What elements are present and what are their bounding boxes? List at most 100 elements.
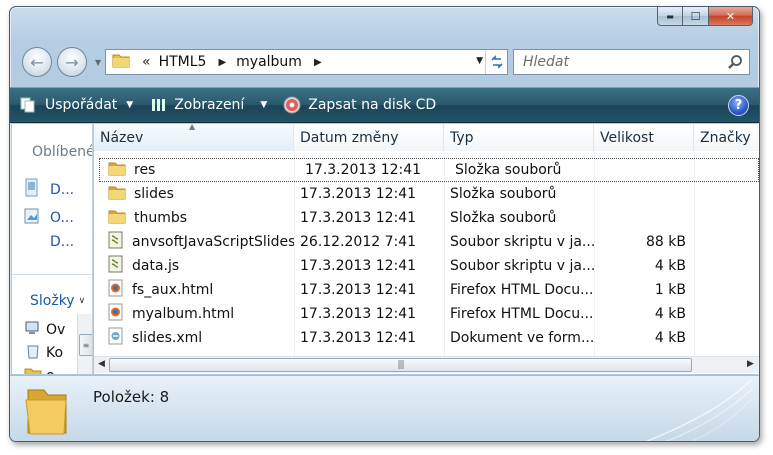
column-label: Velikost [600,129,654,146]
close-button[interactable]: ✕ [709,7,753,26]
column-headers: ▲ Název Datum změny Typ Velikost Značky [94,124,759,151]
firefox-html-icon [108,303,124,325]
column-label: Typ [450,129,474,146]
search-icon[interactable] [727,54,743,74]
file-type: Dokument ve form... [450,330,594,346]
forward-button[interactable]: → [57,47,87,77]
organize-button[interactable]: Uspořádat ▼ [20,88,133,122]
maximize-icon: ☐ [690,9,701,23]
cd-icon [283,96,301,114]
organize-label: Uspořádat [45,97,118,113]
file-row[interactable]: thumbs 17.3.2013 12:41 Složka souborů [94,206,759,230]
file-row[interactable]: anvsoftJavaScriptSlides... 26.12.2012 7:4… [94,230,759,254]
breadcrumb-label: myalbum [236,54,302,70]
favorite-link-pictures[interactable]: O... [24,206,74,230]
folders-label: Složky [30,293,75,309]
close-icon: ✕ [725,9,736,23]
file-date: 17.3.2013 12:41 [300,306,417,322]
breadcrumb-myalbum[interactable]: myalbum [236,54,302,70]
file-type: Soubor skriptu v ja... [450,258,594,274]
folders-toggle[interactable]: Složky ∨ [30,293,85,309]
chevron-right-icon[interactable]: ▶ [218,57,226,68]
details-pane: Položek: 8 [10,375,759,441]
burn-cd-button[interactable]: Zapsat na disk CD [283,88,436,122]
nav-divider [12,274,92,275]
file-row[interactable]: res 17.3.2013 12:41 Složka souborů [99,158,759,182]
search-box[interactable]: Hledat [513,49,750,75]
nav-scroll-thumb[interactable]: ≡ [79,334,92,356]
favorite-label: O... [50,210,74,226]
file-row[interactable]: fs_aux.html 17.3.2013 12:41 Firefox HTML D… [94,278,759,302]
forward-arrow-icon: → [65,52,79,72]
file-name: slides [134,186,174,202]
back-button[interactable]: ← [22,47,52,77]
script-file-icon [108,255,124,277]
firefox-html-icon [108,279,124,301]
file-type: Složka souborů [450,210,557,226]
chevron-right-icon[interactable]: ▶ [314,57,322,68]
tree-item-label: o [46,368,55,374]
folder-icon [24,366,42,374]
burn-cd-label: Zapsat na disk CD [308,97,437,113]
address-history-dropdown[interactable]: ▼ [476,56,483,66]
folder-icon [108,160,126,180]
folder-icon [108,184,126,204]
maximize-button[interactable]: ☐ [683,7,709,26]
favorites-heading[interactable]: Oblíbené [32,144,92,160]
xml-file-icon [108,327,124,349]
column-header-type[interactable]: Typ [444,124,594,151]
organize-icon [20,96,38,114]
tree-item[interactable]: Ko [24,343,63,363]
address-bar[interactable]: « HTML5 ▶ myalbum ▶ ▼ [105,49,508,75]
tree-item-label: Ko [46,345,64,361]
column-header-date[interactable]: Datum změny [294,124,444,151]
file-size: 4 kB [654,258,686,274]
file-size: 4 kB [654,306,686,322]
refresh-button[interactable] [485,50,507,74]
minimize-button[interactable]: ▬ [657,7,683,26]
recycle-bin-icon [24,343,42,363]
tree-item[interactable]: o [24,366,55,374]
file-type: Složka souborů [455,162,562,178]
file-name: fs_aux.html [132,282,214,298]
scroll-right-icon[interactable]: ▶ [747,359,754,369]
file-row[interactable]: slides 17.3.2013 12:41 Složka souborů [94,182,759,206]
minimize-icon: ▬ [666,11,674,21]
breadcrumb-html5[interactable]: HTML5 [159,54,207,70]
horizontal-scrollbar[interactable]: ◀ ||| ▶ [94,356,759,373]
file-type: Soubor skriptu v ja... [450,234,594,250]
recent-pages-dropdown[interactable]: ▼ [95,58,101,67]
search-input[interactable]: Hledat [523,54,569,70]
column-header-name[interactable]: ▲ Název [94,124,294,151]
address-overflow[interactable]: « [142,54,151,70]
favorite-link-other[interactable]: D... [24,234,74,250]
favorite-link-documents[interactable]: D... [24,178,74,202]
file-type: Složka souborů [450,186,557,202]
views-button[interactable]: Zobrazení ▼ [151,88,267,122]
column-label: Datum změny [300,129,399,146]
file-date: 17.3.2013 12:41 [300,186,417,202]
nav-scrollbar[interactable]: ≡ [77,314,92,374]
chevron-down-icon: ▼ [126,100,134,110]
file-row[interactable]: slides.xml 17.3.2013 12:41 Dokument ve for… [94,326,759,350]
help-button[interactable]: ? [728,95,749,116]
file-name: data.js [132,258,180,274]
file-row[interactable]: myalbum.html 17.3.2013 12:41 Firefox HTML … [94,302,759,326]
file-type: Firefox HTML Docu... [450,282,594,298]
scroll-left-icon[interactable]: ◀ [98,359,105,369]
horizontal-scroll-thumb[interactable]: ||| [109,358,692,372]
views-icon [151,97,167,113]
breadcrumb-label: HTML5 [158,54,207,70]
file-size [599,158,699,182]
chevron-down-icon: ∨ [78,296,86,306]
script-file-icon [108,231,124,253]
column-header-tags[interactable]: Značky [694,124,759,151]
file-size: 88 kB [646,234,686,250]
file-row[interactable]: data.js 17.3.2013 12:41 Soubor skriptu v j… [94,254,759,278]
column-header-size[interactable]: Velikost [594,124,694,151]
tree-item[interactable]: Ov [24,320,65,340]
file-date: 17.3.2013 12:41 [305,162,422,178]
favorite-label: D... [50,182,75,198]
help-icon: ? [734,98,743,113]
chevron-down-icon: ▼ [260,100,268,110]
